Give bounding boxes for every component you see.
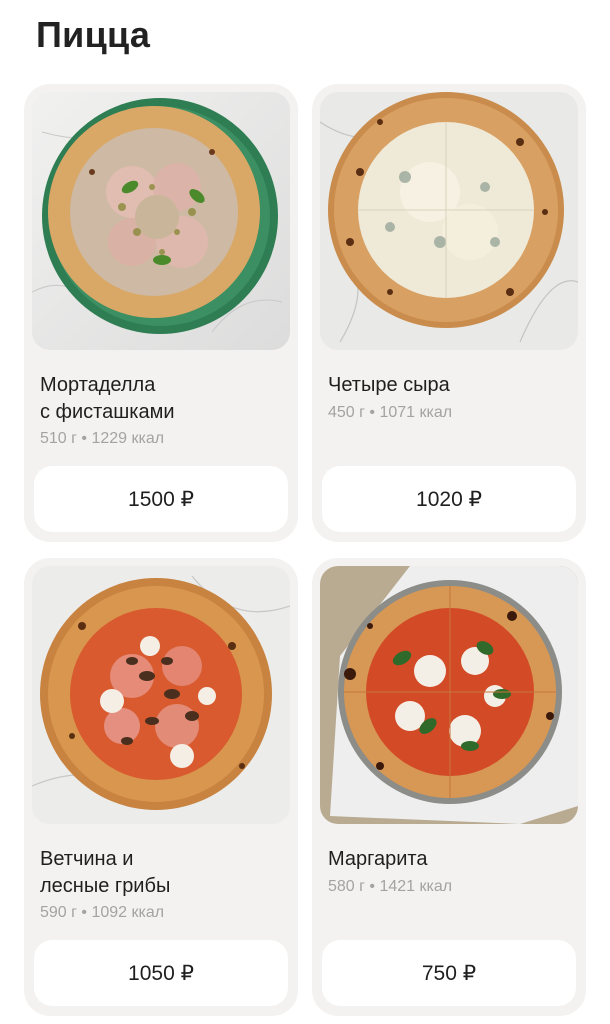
add-to-cart-button[interactable]: 1500 ₽ bbox=[34, 466, 288, 532]
margherita-pizza-image[interactable] bbox=[320, 566, 578, 824]
add-to-cart-button[interactable]: 1020 ₽ bbox=[322, 466, 576, 532]
product-weight-calories: 590 г • 1092 ккал bbox=[40, 904, 165, 921]
add-to-cart-button[interactable]: 750 ₽ bbox=[322, 940, 576, 1006]
section-title: Пицца bbox=[36, 14, 151, 55]
ham-mushroom-pizza-image[interactable] bbox=[32, 566, 290, 824]
product-card-four-cheese[interactable]: Четыре сыра 450 г • 1071 ккал 1020 ₽ bbox=[312, 84, 586, 542]
product-card-mortadella[interactable]: Мортаделла с фисташками 510 г • 1229 кка… bbox=[24, 84, 298, 542]
product-grid: Мортаделла с фисташками 510 г • 1229 кка… bbox=[24, 84, 586, 1016]
four-cheese-pizza-image[interactable] bbox=[320, 92, 578, 350]
product-name: Четыре сыра bbox=[328, 374, 450, 396]
product-name: Мортаделла с фисташками bbox=[40, 374, 175, 423]
product-card-ham-mushrooms[interactable]: Ветчина и лесные грибы 590 г • 1092 ккал… bbox=[24, 558, 298, 1016]
add-to-cart-button[interactable]: 1050 ₽ bbox=[34, 940, 288, 1006]
product-weight-calories: 580 г • 1421 ккал bbox=[328, 878, 453, 895]
product-name: Маргарита bbox=[328, 848, 428, 870]
mortadella-pizza-image[interactable] bbox=[32, 92, 290, 350]
product-card-margherita[interactable]: Маргарита 580 г • 1421 ккал 750 ₽ bbox=[312, 558, 586, 1016]
product-weight-calories: 510 г • 1229 ккал bbox=[40, 430, 165, 447]
product-name: Ветчина и лесные грибы bbox=[40, 848, 171, 897]
product-weight-calories: 450 г • 1071 ккал bbox=[328, 404, 453, 421]
